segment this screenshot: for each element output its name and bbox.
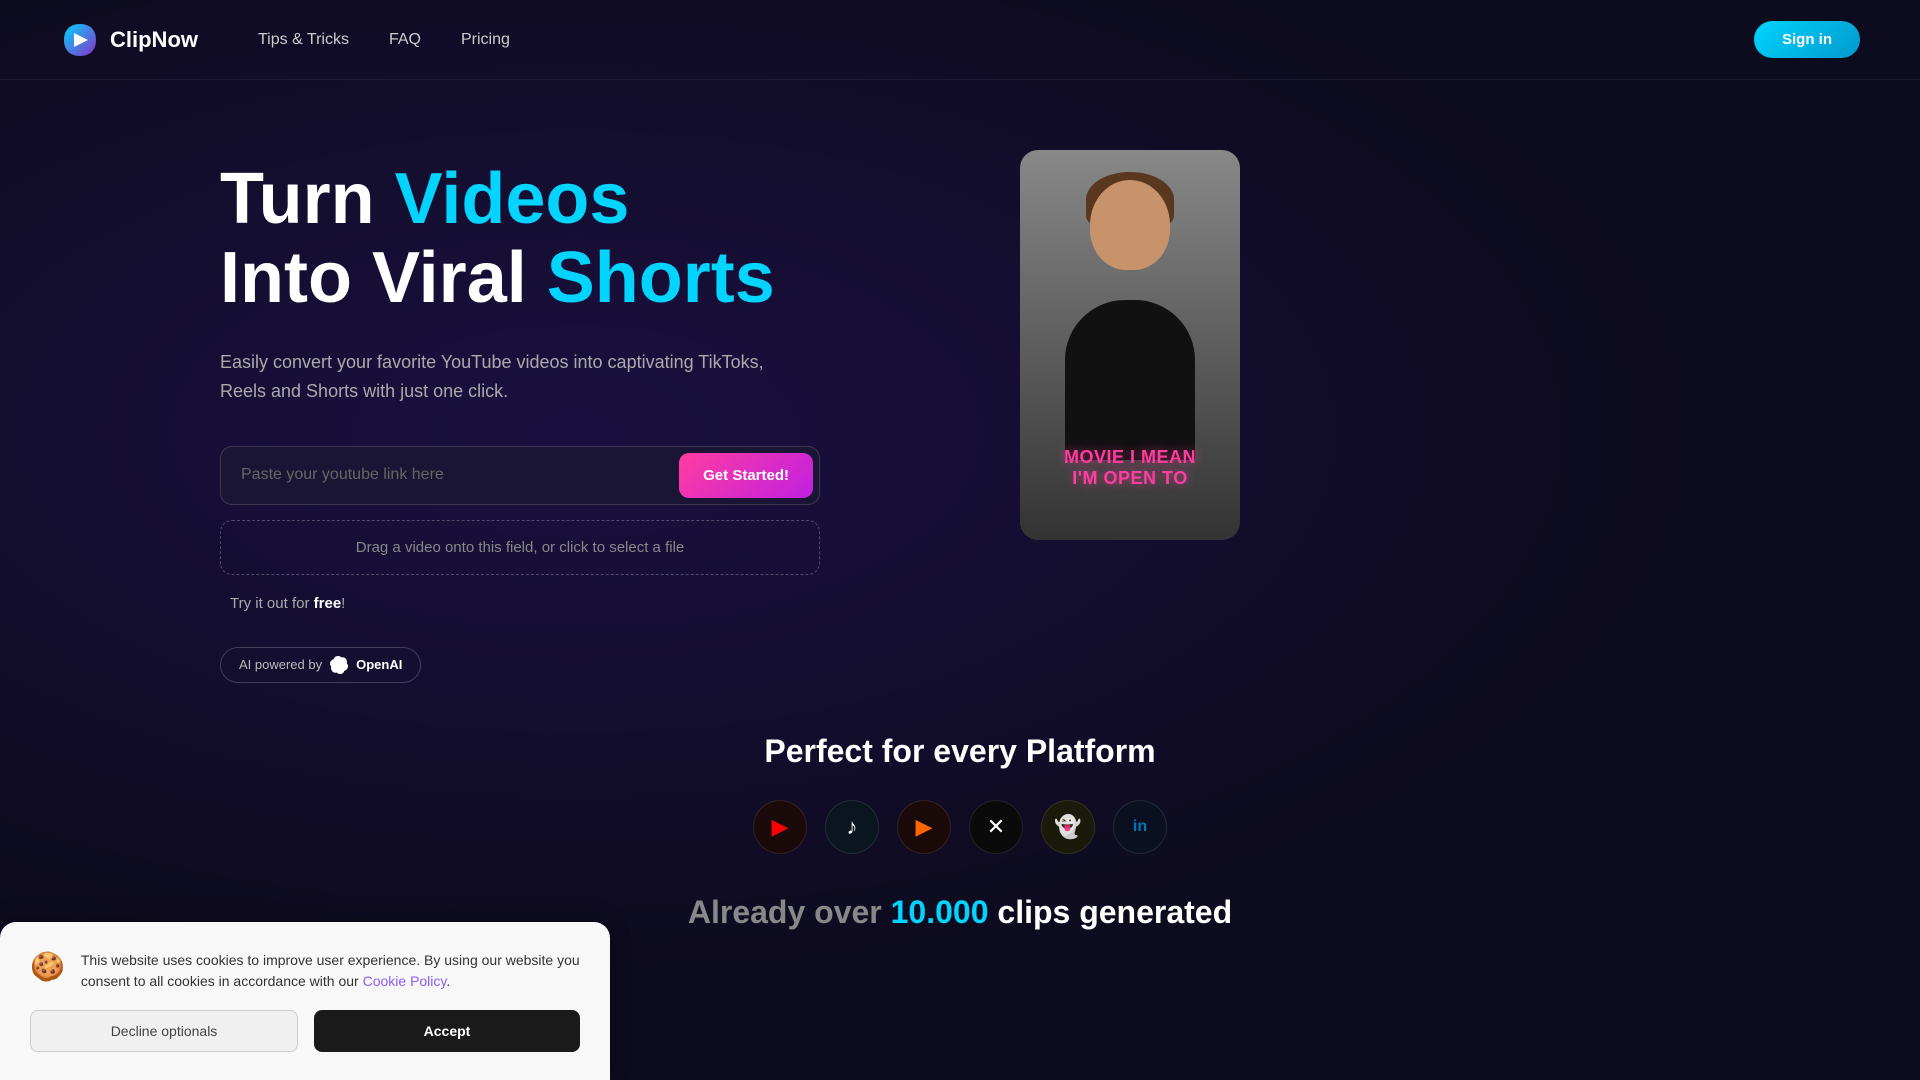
person-head bbox=[1090, 180, 1170, 270]
video-preview: MOVIE I MEAN I'M OPEN TO bbox=[1020, 150, 1240, 540]
platform-icon-linkedin[interactable]: in bbox=[1113, 800, 1167, 854]
hero-title-line2: Into Viral Shorts bbox=[220, 238, 775, 318]
hero-title: Turn Videos Into Viral Shorts bbox=[220, 160, 920, 318]
platform-icon-tiktok[interactable]: ♪ bbox=[825, 800, 879, 854]
platform-section: Perfect for every Platform ▶ ♪ ▶ ✕ 👻 in bbox=[0, 683, 1920, 854]
nav-links: Tips & Tricks FAQ Pricing bbox=[258, 31, 1754, 49]
cookie-policy-link[interactable]: Cookie Policy bbox=[363, 973, 447, 989]
cookie-banner: 🍪 This website uses cookies to improve u… bbox=[0, 922, 610, 1080]
person-body bbox=[1065, 300, 1195, 460]
cookie-buttons: Decline optionals Accept bbox=[30, 1010, 580, 1052]
cookie-icon: 🍪 bbox=[30, 950, 65, 983]
video-preview-area: MOVIE I MEAN I'M OPEN TO bbox=[1020, 160, 1240, 540]
platform-icon-youtube-shorts[interactable]: ▶ bbox=[897, 800, 951, 854]
accept-button[interactable]: Accept bbox=[314, 1010, 580, 1052]
hero-left: Turn Videos Into Viral Shorts Easily con… bbox=[220, 160, 920, 683]
nav-pricing[interactable]: Pricing bbox=[461, 31, 510, 49]
decline-button[interactable]: Decline optionals bbox=[30, 1010, 298, 1052]
video-caption: MOVIE I MEAN I'M OPEN TO bbox=[1020, 447, 1240, 490]
cookie-text: This website uses cookies to improve use… bbox=[81, 950, 580, 992]
navbar: ClipNow Tips & Tricks FAQ Pricing Sign i… bbox=[0, 0, 1920, 80]
cookie-content: 🍪 This website uses cookies to improve u… bbox=[30, 950, 580, 992]
youtube-url-input[interactable] bbox=[221, 448, 673, 502]
sign-in-button[interactable]: Sign in bbox=[1754, 21, 1860, 58]
get-started-button[interactable]: Get Started! bbox=[679, 453, 813, 498]
nav-tips-tricks[interactable]: Tips & Tricks bbox=[258, 31, 349, 49]
platform-icon-snapchat[interactable]: 👻 bbox=[1041, 800, 1095, 854]
openai-badge: AI powered by OpenAI bbox=[220, 647, 421, 683]
url-input-row: Get Started! bbox=[220, 446, 820, 505]
platform-title: Perfect for every Platform bbox=[0, 733, 1920, 770]
clips-text: Already over 10.000 clips generated bbox=[688, 894, 1232, 930]
platform-icon-youtube[interactable]: ▶ bbox=[753, 800, 807, 854]
video-background: MOVIE I MEAN I'M OPEN TO bbox=[1020, 150, 1240, 540]
free-trial-text: Try it out for free! bbox=[220, 595, 920, 612]
logo[interactable]: ClipNow bbox=[60, 20, 198, 60]
drop-zone[interactable]: Drag a video onto this field, or click t… bbox=[220, 520, 820, 575]
logo-label: ClipNow bbox=[110, 27, 198, 53]
nav-faq[interactable]: FAQ bbox=[389, 31, 421, 49]
hero-subtitle: Easily convert your favorite YouTube vid… bbox=[220, 348, 790, 406]
hero-section: Turn Videos Into Viral Shorts Easily con… bbox=[0, 80, 1920, 683]
hero-title-line1: Turn Videos bbox=[220, 159, 629, 239]
platform-icons: ▶ ♪ ▶ ✕ 👻 in bbox=[0, 800, 1920, 854]
clips-counter: Already over 10.000 clips generated bbox=[0, 854, 1920, 931]
platform-icon-twitter[interactable]: ✕ bbox=[969, 800, 1023, 854]
